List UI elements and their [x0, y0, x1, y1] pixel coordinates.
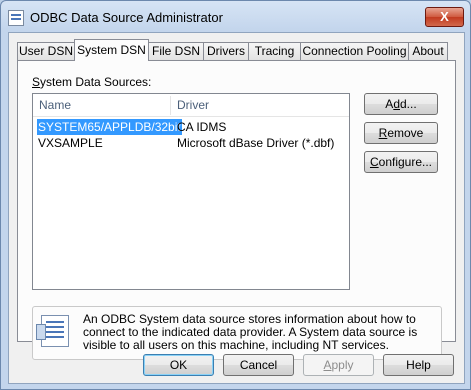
tab-system-dsn[interactable]: System DSN — [74, 39, 149, 61]
list-item[interactable]: SYSTEM65/APPLDB/32bit CA IDMS — [33, 119, 349, 135]
dsn-name-cell[interactable]: SYSTEM65/APPLDB/32bit — [37, 119, 182, 135]
dialog-client-area: User DSN System DSN File DSN Drivers Tra… — [8, 32, 465, 384]
odbc-app-icon — [8, 10, 24, 26]
apply-label-text: pply — [331, 358, 354, 372]
add-label-end: d... — [400, 97, 417, 111]
configure-label-text: onfigure... — [378, 155, 433, 169]
tab-user-dsn[interactable]: User DSN — [17, 42, 75, 60]
close-button[interactable]: X — [425, 7, 464, 27]
remove-label-text: emove — [387, 126, 424, 140]
column-header-driver[interactable]: Driver — [177, 98, 209, 112]
info-description: An ODBC System data source stores inform… — [83, 312, 418, 352]
remove-button[interactable]: Remove — [364, 122, 438, 144]
add-label-accelerator: d — [393, 97, 400, 111]
configure-button[interactable]: Configure... — [364, 151, 438, 173]
list-header: Name Driver — [33, 94, 349, 117]
column-divider[interactable] — [170, 96, 171, 115]
tab-drivers[interactable]: Drivers — [203, 42, 249, 60]
info-box: An ODBC System data source stores inform… — [32, 306, 442, 360]
tab-file-dsn[interactable]: File DSN — [148, 42, 204, 60]
tab-tracing[interactable]: Tracing — [248, 42, 301, 60]
system-data-sources-label: System Data Sources: — [32, 75, 151, 89]
odbc-admin-window: ODBC Data Source Administrator X User DS… — [0, 0, 471, 390]
ok-button[interactable]: OK — [143, 354, 214, 376]
list-item[interactable]: VXSAMPLE Microsoft dBase Driver (*.dbf) — [33, 135, 349, 151]
system-dsn-panel: System Data Sources: Name Driver SYSTEM6… — [17, 60, 456, 360]
window-title: ODBC Data Source Administrator — [30, 10, 223, 25]
add-button[interactable]: Add... — [364, 93, 438, 115]
label-accelerator: S — [32, 75, 41, 89]
cancel-button[interactable]: Cancel — [223, 354, 294, 376]
column-header-name[interactable]: Name — [39, 98, 71, 112]
help-button[interactable]: Help — [383, 354, 454, 376]
remove-label-accelerator: R — [378, 126, 388, 140]
configure-label-accelerator: C — [369, 155, 379, 169]
dsn-name-cell[interactable]: VXSAMPLE — [38, 135, 103, 151]
label-text: ystem Data Sources: — [40, 75, 152, 89]
dsn-driver-cell[interactable]: CA IDMS — [177, 119, 226, 135]
apply-label-accelerator: A — [323, 358, 332, 372]
tab-about[interactable]: About — [408, 42, 448, 60]
data-source-info-icon — [36, 315, 69, 347]
dsn-driver-cell[interactable]: Microsoft dBase Driver (*.dbf) — [177, 135, 334, 151]
tab-connection-pooling[interactable]: Connection Pooling — [300, 42, 409, 60]
data-sources-list[interactable]: Name Driver SYSTEM65/APPLDB/32bit CA IDM… — [32, 93, 350, 290]
apply-button[interactable]: Apply — [303, 354, 374, 376]
title-bar[interactable]: ODBC Data Source Administrator X — [1, 1, 470, 33]
